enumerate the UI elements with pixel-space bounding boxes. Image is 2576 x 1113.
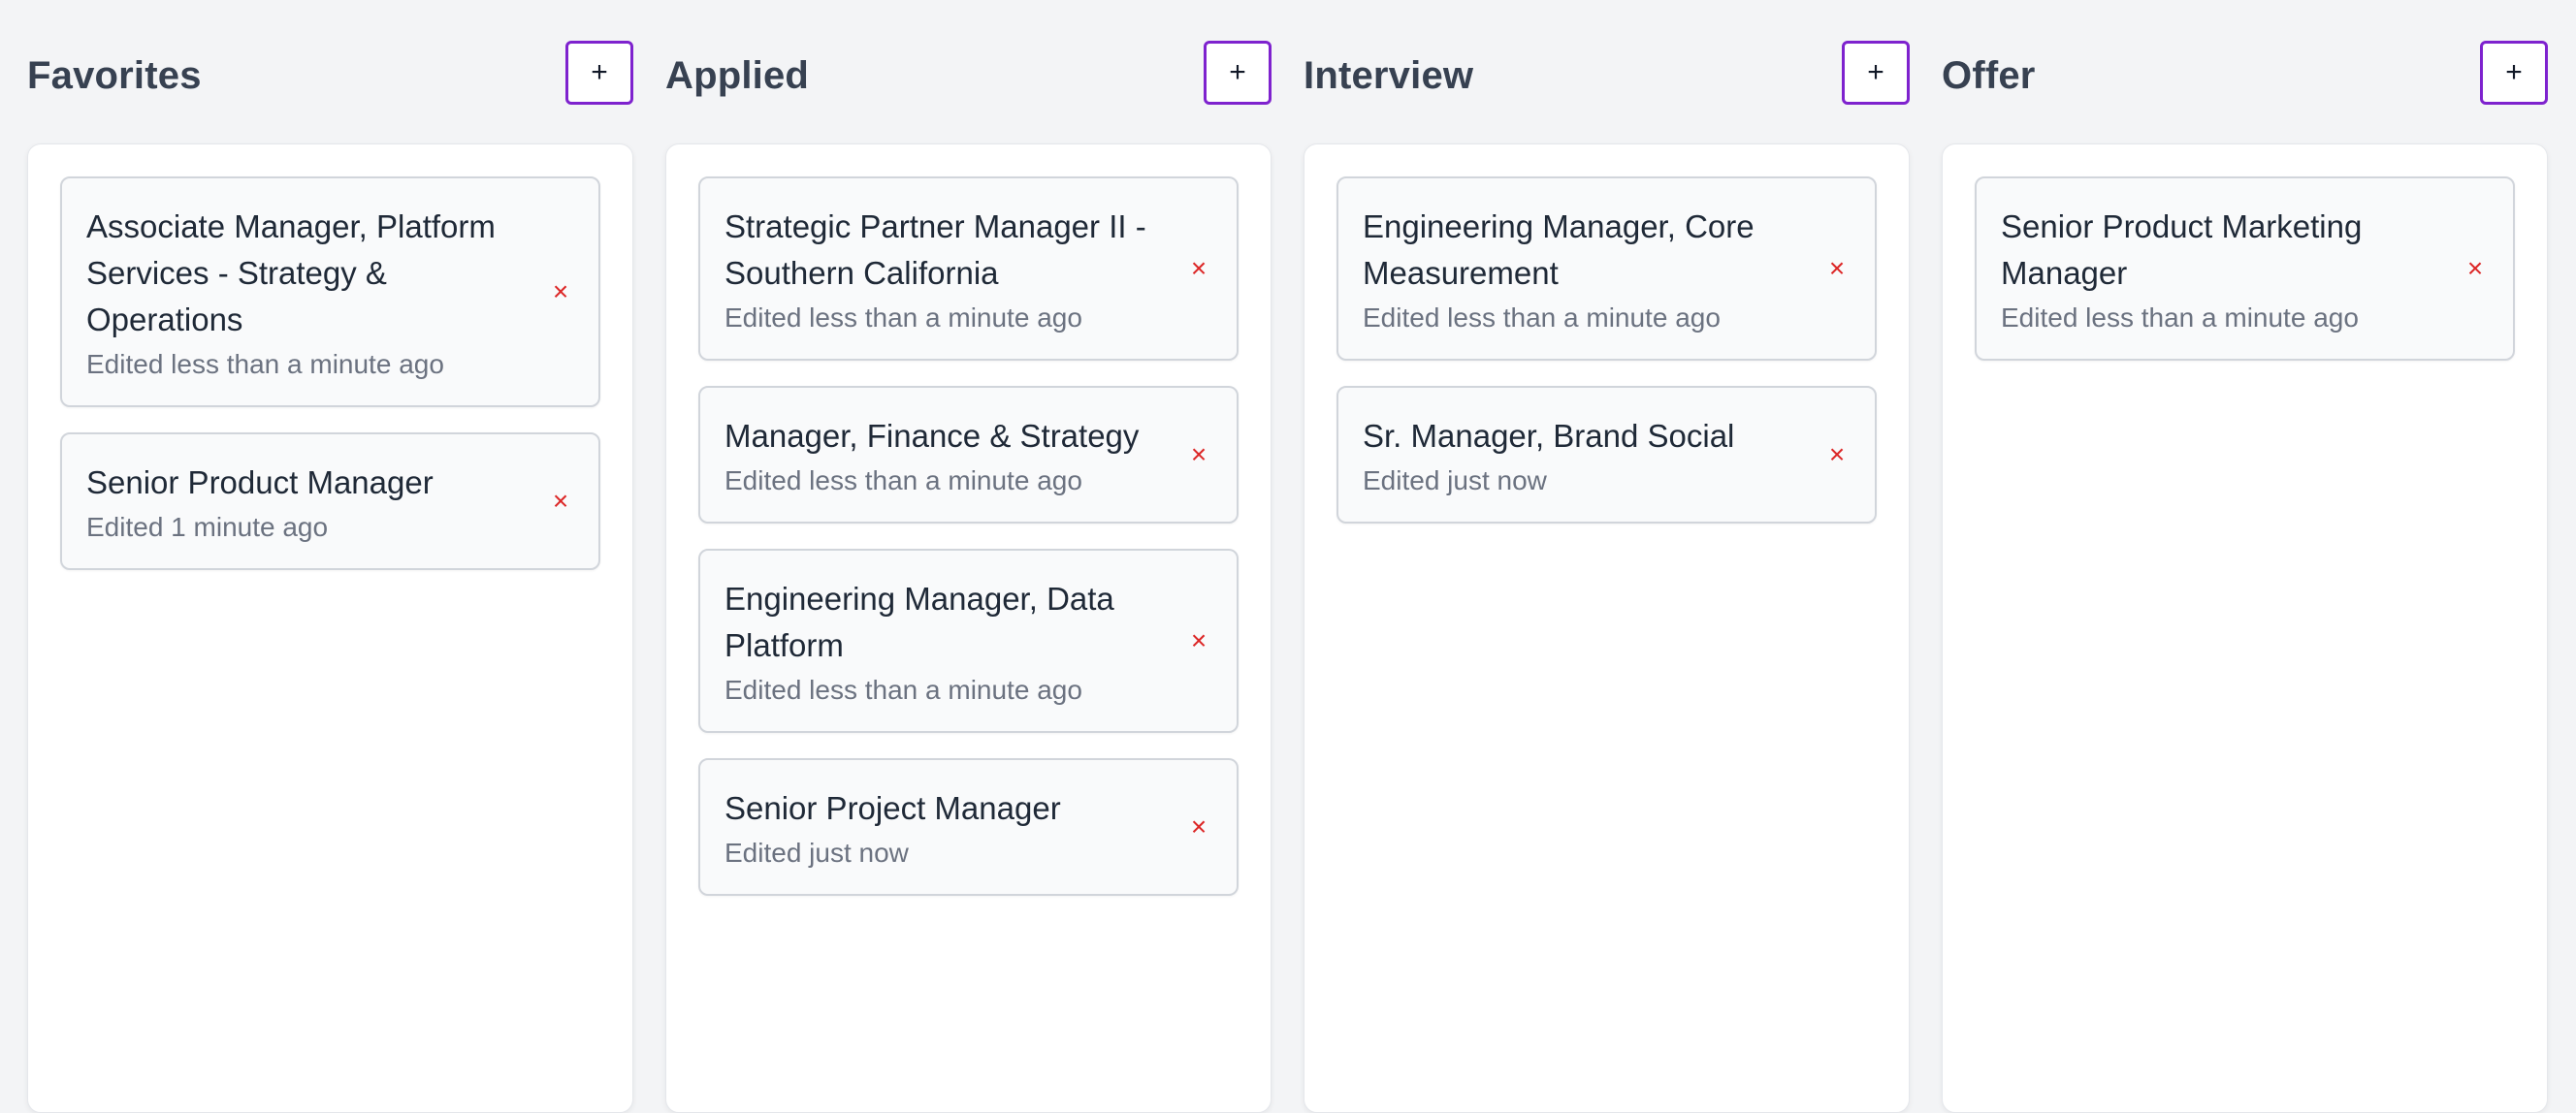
job-card[interactable]: Strategic Partner Manager II - Southern …	[698, 176, 1239, 361]
remove-card-button[interactable]: ×	[1824, 253, 1850, 283]
card-title: Engineering Manager, Core Measurement	[1363, 208, 1755, 291]
remove-card-button[interactable]: ×	[1186, 439, 1211, 469]
plus-icon: +	[1867, 56, 1884, 88]
job-card[interactable]: Senior Product Manager Edited 1 minute a…	[60, 432, 600, 570]
close-icon: ×	[1190, 625, 1208, 655]
card-edited-time: Edited less than a minute ago	[724, 302, 1082, 333]
remove-card-button[interactable]: ×	[1186, 625, 1211, 655]
column-header: Applied +	[665, 41, 1272, 111]
add-card-button[interactable]: +	[1204, 41, 1272, 105]
column-applied: Applied + Strategic Partner Manager II -…	[665, 0, 1272, 1113]
card-edited-time: Edited just now	[1363, 465, 1547, 495]
card-title: Manager, Finance & Strategy	[724, 418, 1140, 454]
close-icon: ×	[1190, 439, 1208, 469]
column-panel: Associate Manager, Platform Services - S…	[27, 143, 633, 1113]
card-edited-time: Edited less than a minute ago	[1363, 302, 1721, 333]
column-interview: Interview + Engineering Manager, Core Me…	[1304, 0, 1910, 1113]
close-icon: ×	[552, 276, 569, 306]
column-panel: Engineering Manager, Core Measurement Ed…	[1304, 143, 1910, 1113]
card-edited-time: Edited less than a minute ago	[2001, 302, 2359, 333]
column-header: Favorites +	[27, 41, 633, 111]
remove-card-button[interactable]: ×	[548, 276, 573, 306]
close-icon: ×	[1828, 439, 1846, 469]
card-edited-time: Edited 1 minute ago	[86, 512, 329, 542]
kanban-board: Favorites + Associate Manager, Platform …	[0, 0, 2576, 1113]
close-icon: ×	[1828, 253, 1846, 283]
add-card-button[interactable]: +	[2480, 41, 2548, 105]
card-edited-time: Edited less than a minute ago	[724, 675, 1082, 705]
plus-icon: +	[1229, 56, 1246, 88]
close-icon: ×	[552, 486, 569, 516]
card-edited-time: Edited less than a minute ago	[86, 349, 444, 379]
card-title: Sr. Manager, Brand Social	[1363, 418, 1735, 454]
remove-card-button[interactable]: ×	[1824, 439, 1850, 469]
job-card[interactable]: Engineering Manager, Data Platform Edite…	[698, 549, 1239, 733]
close-icon: ×	[2466, 253, 2484, 283]
close-icon: ×	[1190, 811, 1208, 842]
card-title: Associate Manager, Platform Services - S…	[86, 208, 496, 337]
close-icon: ×	[1190, 253, 1208, 283]
add-card-button[interactable]: +	[1842, 41, 1910, 105]
job-card[interactable]: Senior Project Manager Edited just now ×	[698, 758, 1239, 896]
card-title: Senior Project Manager	[724, 790, 1061, 826]
remove-card-button[interactable]: ×	[2463, 253, 2488, 283]
card-edited-time: Edited less than a minute ago	[724, 465, 1082, 495]
job-card[interactable]: Engineering Manager, Core Measurement Ed…	[1336, 176, 1877, 361]
column-favorites: Favorites + Associate Manager, Platform …	[27, 0, 633, 1113]
job-card[interactable]: Manager, Finance & Strategy Edited less …	[698, 386, 1239, 524]
card-title: Senior Product Marketing Manager	[2001, 208, 2363, 291]
card-title: Strategic Partner Manager II - Southern …	[724, 208, 1146, 291]
column-title: Applied	[665, 54, 810, 97]
card-edited-time: Edited just now	[724, 838, 909, 868]
plus-icon: +	[2505, 56, 2523, 88]
job-card[interactable]: Associate Manager, Platform Services - S…	[60, 176, 600, 407]
remove-card-button[interactable]: ×	[1186, 811, 1211, 842]
add-card-button[interactable]: +	[565, 41, 633, 105]
plus-icon: +	[591, 56, 608, 88]
job-card[interactable]: Sr. Manager, Brand Social Edited just no…	[1336, 386, 1877, 524]
column-header: Interview +	[1304, 41, 1910, 111]
column-title: Offer	[1942, 54, 2036, 97]
remove-card-button[interactable]: ×	[548, 486, 573, 516]
column-header: Offer +	[1942, 41, 2548, 111]
remove-card-button[interactable]: ×	[1186, 253, 1211, 283]
column-title: Interview	[1304, 54, 1474, 97]
column-title: Favorites	[27, 54, 202, 97]
column-panel: Senior Product Marketing Manager Edited …	[1942, 143, 2548, 1113]
card-title: Senior Product Manager	[86, 464, 434, 500]
card-title: Engineering Manager, Data Platform	[724, 581, 1114, 663]
column-panel: Strategic Partner Manager II - Southern …	[665, 143, 1272, 1113]
job-card[interactable]: Senior Product Marketing Manager Edited …	[1975, 176, 2515, 361]
column-offer: Offer + Senior Product Marketing Manager…	[1942, 0, 2548, 1113]
